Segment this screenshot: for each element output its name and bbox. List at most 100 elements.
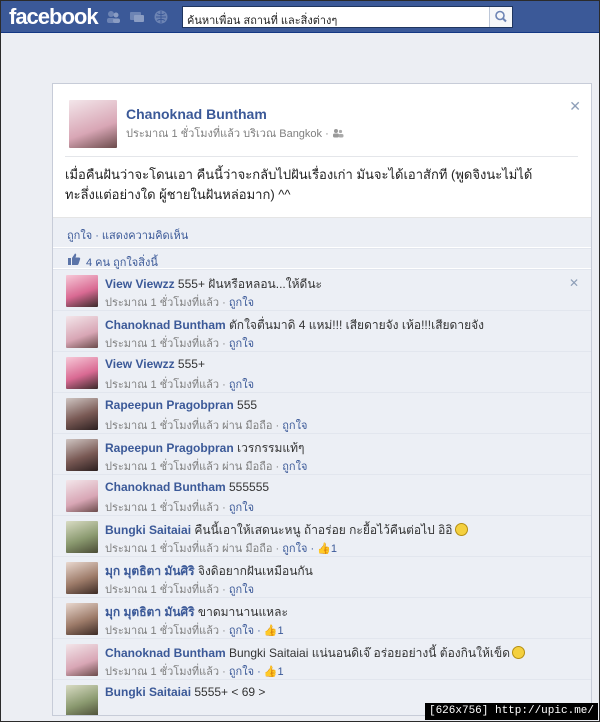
- comment-author[interactable]: Chanoknad Buntham: [105, 318, 226, 332]
- friend-requests-icon[interactable]: [105, 9, 121, 25]
- comment-like-link[interactable]: ถูกใจ: [229, 502, 254, 514]
- comment-author[interactable]: View Viewzz: [105, 277, 175, 291]
- comment-timestamp: ประมาณ 1 ชั่วโมงที่แล้ว ผ่าน มือถือ ·: [105, 543, 283, 555]
- audience-friends-icon[interactable]: [332, 128, 344, 138]
- comment-meta: ประมาณ 1 ชั่วโมงที่แล้ว · ถูกใจ · 👍1: [105, 662, 284, 680]
- comment-like-count[interactable]: · 👍1: [254, 625, 284, 637]
- close-post-icon[interactable]: ✕: [569, 98, 581, 115]
- comment-body: Bungki Saitaiai 5555+ < 69 >: [105, 685, 265, 699]
- comment-row: Chanoknad Buntham 555555 ประมาณ 1 ชั่วโมง…: [53, 474, 591, 516]
- comment-row: View Viewzz 555+ ประมาณ 1 ชั่วโมงที่แล้ว …: [53, 351, 591, 393]
- post-meta-text: ประมาณ 1 ชั่วโมงที่แล้ว บริเวณ Bangkok ·: [126, 128, 329, 140]
- comment-timestamp: ประมาณ 1 ชั่วโมงที่แล้ว ·: [105, 338, 229, 350]
- comment-author[interactable]: Rapeepun Pragobpran: [105, 398, 234, 412]
- header-divider: [65, 156, 578, 157]
- emoticon-icon: [512, 646, 525, 659]
- post-actions-bar: ถูกใจ · แสดงความคิดเห็น: [53, 217, 591, 247]
- comment-meta: ประมาณ 1 ชั่วโมงที่แล้ว · ถูกใจ: [105, 375, 254, 393]
- search-input[interactable]: ค้นหาเพื่อน สถานที่ และสิ่งต่างๆ: [182, 6, 513, 28]
- comment-like-link[interactable]: ถูกใจ: [229, 584, 254, 596]
- search-button[interactable]: [489, 7, 512, 27]
- comment-body: Chanoknad Buntham 555555: [105, 480, 269, 494]
- comment-text: คืนนี้เอาให้เสดนะหนู ถ้าอร่อย กะยื้อไว้ค…: [191, 523, 453, 537]
- search-placeholder: ค้นหาเพื่อน สถานที่ และสิ่งต่างๆ: [187, 15, 338, 27]
- messages-icon[interactable]: [129, 9, 145, 25]
- comment-body: View Viewzz 555+: [105, 357, 205, 371]
- comment-timestamp: ประมาณ 1 ชั่วโมงที่แล้ว ·: [105, 625, 229, 637]
- top-navigation-bar: facebook ค้นหาเพื่อน สถานที่ และสิ่งต่าง…: [1, 1, 599, 33]
- comment-text: 555555: [225, 480, 270, 494]
- comment-text: จิงดิอยากฝันเหมือนกัน: [194, 564, 313, 578]
- comment-avatar[interactable]: [66, 439, 98, 471]
- emoticon-icon: [454, 523, 468, 536]
- comment-like-link[interactable]: ถูกใจ: [229, 625, 254, 637]
- post-text-line-2: ทะลึ่งแต่อย่างใด ผู้ชายในฝันหล่อมาก) ^^: [65, 187, 291, 202]
- comment-avatar[interactable]: [66, 521, 98, 553]
- comment-row: Bungki Saitaiai คืนนี้เอาให้เสดนะหนู ถ้า…: [53, 515, 591, 557]
- comment-avatar[interactable]: [66, 480, 98, 512]
- comment-like-count[interactable]: · 👍1: [307, 543, 337, 555]
- comment-text: ขาดมานานแหละ: [194, 605, 288, 619]
- comment-avatar[interactable]: [66, 562, 98, 594]
- comment-meta: ประมาณ 1 ชั่วโมงที่แล้ว ผ่าน มือถือ · ถู…: [105, 457, 307, 475]
- comment-author[interactable]: Chanoknad Buntham: [105, 480, 226, 494]
- comment-avatar[interactable]: [66, 316, 98, 348]
- comment-meta: ประมาณ 1 ชั่วโมงที่แล้ว · ถูกใจ: [105, 580, 254, 598]
- comment-author[interactable]: Bungki Saitaiai: [105, 523, 191, 537]
- comment-like-link[interactable]: ถูกใจ: [282, 420, 307, 432]
- search-icon: [495, 10, 507, 23]
- comment-author[interactable]: Rapeepun Pragobpran: [105, 441, 234, 455]
- comment-timestamp: ประมาณ 1 ชั่วโมงที่แล้ว ·: [105, 297, 229, 309]
- comment-meta: ประมาณ 1 ชั่วโมงที่แล้ว ผ่าน มือถือ · ถู…: [105, 539, 337, 557]
- post-author-name[interactable]: Chanoknad Buntham: [126, 106, 267, 122]
- comment-avatar[interactable]: [66, 275, 98, 307]
- comment-body: Chanoknad Buntham ตักใจตื่นมาดิ 4 แหม่!!…: [105, 316, 484, 335]
- comment-like-link[interactable]: ถูกใจ: [229, 666, 254, 678]
- comment-row: มุก มุตธิตา มันศิริ ขาดมานานแหละ ประมาณ 1…: [53, 597, 591, 639]
- comment-like-link[interactable]: ถูกใจ: [229, 338, 254, 350]
- comment-author[interactable]: มุก มุตธิตา มันศิริ: [105, 564, 195, 578]
- comment-body: Bungki Saitaiai คืนนี้เอาให้เสดนะหนู ถ้า…: [105, 521, 468, 540]
- comment-author[interactable]: มุก มุตธิตา มันศิริ: [105, 605, 195, 619]
- comment-avatar[interactable]: [66, 398, 98, 430]
- comment-avatar[interactable]: [66, 603, 98, 635]
- comment-meta: ประมาณ 1 ชั่วโมงที่แล้ว · ถูกใจ: [105, 334, 254, 352]
- comment-timestamp: ประมาณ 1 ชั่วโมงที่แล้ว ผ่าน มือถือ ·: [105, 461, 283, 473]
- comment-timestamp: ประมาณ 1 ชั่วโมงที่แล้ว ·: [105, 379, 229, 391]
- comment-row: Rapeepun Pragobpran เวรกรรมแท้ๆ ประมาณ 1 …: [53, 433, 591, 475]
- comment-avatar[interactable]: [66, 357, 98, 389]
- comment-timestamp: ประมาณ 1 ชั่วโมงที่แล้ว ·: [105, 502, 229, 514]
- comment-author[interactable]: View Viewzz: [105, 357, 175, 371]
- comment-meta: ประมาณ 1 ชั่วโมงที่แล้ว · ถูกใจ · 👍1: [105, 621, 284, 639]
- comment-meta: ประมาณ 1 ชั่วโมงที่แล้ว · ถูกใจ: [105, 498, 254, 516]
- facebook-logo[interactable]: facebook: [9, 4, 99, 30]
- comment-text: เวรกรรมแท้ๆ: [233, 441, 305, 455]
- comment-author[interactable]: Chanoknad Buntham: [105, 646, 226, 660]
- comment-like-link[interactable]: ถูกใจ: [282, 543, 307, 555]
- comment-meta: ประมาณ 1 ชั่วโมงที่แล้ว · ถูกใจ: [105, 293, 254, 311]
- like-comment-links[interactable]: ถูกใจ · แสดงความคิดเห็น: [67, 226, 188, 244]
- comment-timestamp: ประมาณ 1 ชั่วโมงที่แล้ว ผ่าน มือถือ ·: [105, 420, 283, 432]
- comment-row: มุก มุตธิตา มันศิริ จิงดิอยากฝันเหมือนกั…: [53, 556, 591, 598]
- comment-body: Rapeepun Pragobpran เวรกรรมแท้ๆ: [105, 439, 304, 458]
- comment-timestamp: ประมาณ 1 ชั่วโมงที่แล้ว ·: [105, 584, 229, 596]
- comment-body: Chanoknad Buntham Bungki Saitaiai แน่นอน…: [105, 644, 525, 663]
- remove-comment-icon[interactable]: ✕: [569, 276, 579, 290]
- comment-like-count[interactable]: · 👍1: [254, 666, 284, 678]
- comment-like-link[interactable]: ถูกใจ: [229, 297, 254, 309]
- comment-avatar[interactable]: [66, 644, 98, 676]
- comment-text: 555+ ฝันหรือหลอน...ให้ดีนะ: [174, 277, 322, 291]
- author-avatar[interactable]: [69, 100, 117, 148]
- comment-avatar[interactable]: [66, 685, 98, 715]
- comment-like-link[interactable]: ถูกใจ: [282, 461, 307, 473]
- comment-text: Bungki Saitaiai แน่นอนดิเจ๊ อร่อยอย่างนี…: [225, 646, 510, 660]
- post-card: Chanoknad Buntham ประมาณ 1 ชั่วโมงที่แล้…: [52, 83, 592, 716]
- notifications-icon[interactable]: [153, 9, 169, 25]
- comment-row: Chanoknad Buntham Bungki Saitaiai แน่นอน…: [53, 638, 591, 680]
- comment-author[interactable]: Bungki Saitaiai: [105, 685, 191, 699]
- comment-timestamp: ประมาณ 1 ชั่วโมงที่แล้ว ·: [105, 666, 229, 678]
- comment-like-link[interactable]: ถูกใจ: [229, 379, 254, 391]
- comment-body: มุก มุตธิตา มันศิริ ขาดมานานแหละ: [105, 603, 288, 622]
- comment-row: View Viewzz 555+ ฝันหรือหลอน...ให้ดีนะปร…: [53, 269, 591, 311]
- comment-text: 5555+ < 69 >: [191, 685, 266, 699]
